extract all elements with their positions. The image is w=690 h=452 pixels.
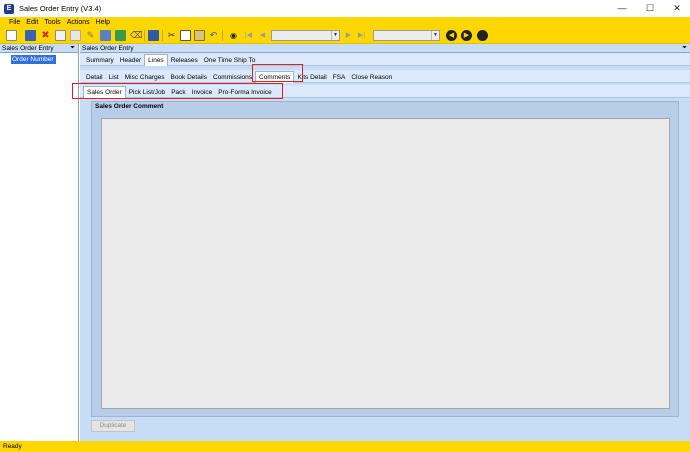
forward-icon[interactable]: ▶ xyxy=(461,30,472,41)
status-bar: Ready xyxy=(0,441,690,452)
window-title: Sales Order Entry (V3.4) xyxy=(19,4,102,13)
binoculars-icon[interactable]: ◉ xyxy=(228,30,239,41)
chevron-down-icon[interactable]: ▼ xyxy=(331,31,339,40)
toolbar-separator xyxy=(222,30,223,41)
secondary-combo[interactable]: ▼ xyxy=(373,30,440,41)
copy-icon[interactable] xyxy=(180,30,191,41)
tab-detail[interactable]: Detail xyxy=(83,72,106,83)
tab-header[interactable]: Header xyxy=(117,55,144,66)
main-panel-title: Sales Order Entry xyxy=(82,45,134,52)
chevron-down-icon[interactable]: ▼ xyxy=(431,31,439,40)
menu-tools[interactable]: Tools xyxy=(44,19,60,26)
save-icon[interactable] xyxy=(25,30,36,41)
pin-icon[interactable]: ⏷ xyxy=(70,44,75,53)
minimize-button[interactable]: — xyxy=(608,0,636,17)
app-icon: E xyxy=(4,3,14,14)
group-title: Sales Order Comment xyxy=(95,103,164,110)
undo-icon[interactable]: ↶ xyxy=(208,30,219,41)
close-button[interactable]: ✕ xyxy=(663,0,690,17)
comments-highlight-box xyxy=(252,64,303,82)
tab-commissions[interactable]: Commissions xyxy=(210,72,255,83)
eraser-icon[interactable]: ⌫ xyxy=(130,30,143,41)
last-record-icon[interactable]: ▶| xyxy=(356,30,367,41)
maximize-button[interactable]: ☐ xyxy=(636,0,664,17)
main-panel-header: Sales Order Entry ⏷ xyxy=(80,44,690,53)
toolbar-separator xyxy=(162,30,163,41)
tab-misc-charges[interactable]: Misc Charges xyxy=(122,72,168,83)
tab-releases[interactable]: Releases xyxy=(168,55,201,66)
tab-close-reason[interactable]: Close Reason xyxy=(348,72,395,83)
left-panel: Sales Order Entry ⏷ Order Number xyxy=(0,44,79,441)
next-record-icon[interactable]: ▶ xyxy=(343,30,354,41)
toolbar-separator xyxy=(144,30,145,41)
print-icon[interactable] xyxy=(148,30,159,41)
tab-book-details[interactable]: Book Details xyxy=(167,72,210,83)
tab-lines[interactable]: Lines xyxy=(144,54,168,66)
menu-file[interactable]: File xyxy=(9,19,20,26)
menu-help[interactable]: Help xyxy=(96,19,110,26)
paste-icon[interactable] xyxy=(194,30,205,41)
cut-icon[interactable]: ✂ xyxy=(166,30,177,41)
tab-summary[interactable]: Summary xyxy=(83,55,117,66)
left-panel-header: Sales Order Entry ⏷ xyxy=(0,44,78,53)
tab-row-1: Summary Header Lines Releases One Time S… xyxy=(80,53,258,66)
previous-record-icon[interactable]: ◀ xyxy=(257,30,268,41)
tab-fsa[interactable]: FSA xyxy=(330,72,349,83)
new-document-icon[interactable] xyxy=(6,30,17,41)
edit-icon[interactable]: ✎ xyxy=(85,30,96,41)
form-icon[interactable] xyxy=(55,30,66,41)
back-icon[interactable]: ◀ xyxy=(446,30,457,41)
document-icon[interactable] xyxy=(100,30,111,41)
duplicate-button[interactable]: Duplicate xyxy=(91,420,135,432)
refresh-icon[interactable] xyxy=(115,30,126,41)
status-text: Ready xyxy=(3,443,22,450)
main-panel: Sales Order Entry ⏷ Summary Header Lines… xyxy=(80,44,690,441)
tree-item-order-number[interactable]: Order Number xyxy=(11,55,56,64)
sub-tabs-highlight-box xyxy=(72,83,283,99)
tab-one-time-ship-to[interactable]: One Time Ship To xyxy=(201,55,259,66)
tab-list[interactable]: List xyxy=(106,72,122,83)
delete-icon[interactable]: ✖ xyxy=(40,30,51,41)
toolbar: ✖ ✎ ⌫ ✂ ↶ ◉ |◀ ◀ ▼ ▶ ▶| ▼ ◀ ▶ xyxy=(0,27,690,44)
pin-icon[interactable]: ⏷ xyxy=(682,44,687,53)
card-icon[interactable] xyxy=(70,30,81,41)
stop-icon[interactable] xyxy=(477,30,488,41)
first-record-icon[interactable]: |◀ xyxy=(243,30,254,41)
left-panel-title: Sales Order Entry xyxy=(2,45,54,52)
tab-row-2: Detail List Misc Charges Book Details Co… xyxy=(80,70,395,83)
title-bar: E Sales Order Entry (V3.4) — ☐ ✕ xyxy=(0,0,690,17)
comment-textarea[interactable] xyxy=(101,118,670,409)
menu-edit[interactable]: Edit xyxy=(26,19,38,26)
sales-order-comment-group: Sales Order Comment xyxy=(91,101,679,417)
menu-bar: File Edit Tools Actions Help xyxy=(0,17,690,27)
record-selector-combo[interactable]: ▼ xyxy=(271,30,340,41)
menu-actions[interactable]: Actions xyxy=(67,19,90,26)
